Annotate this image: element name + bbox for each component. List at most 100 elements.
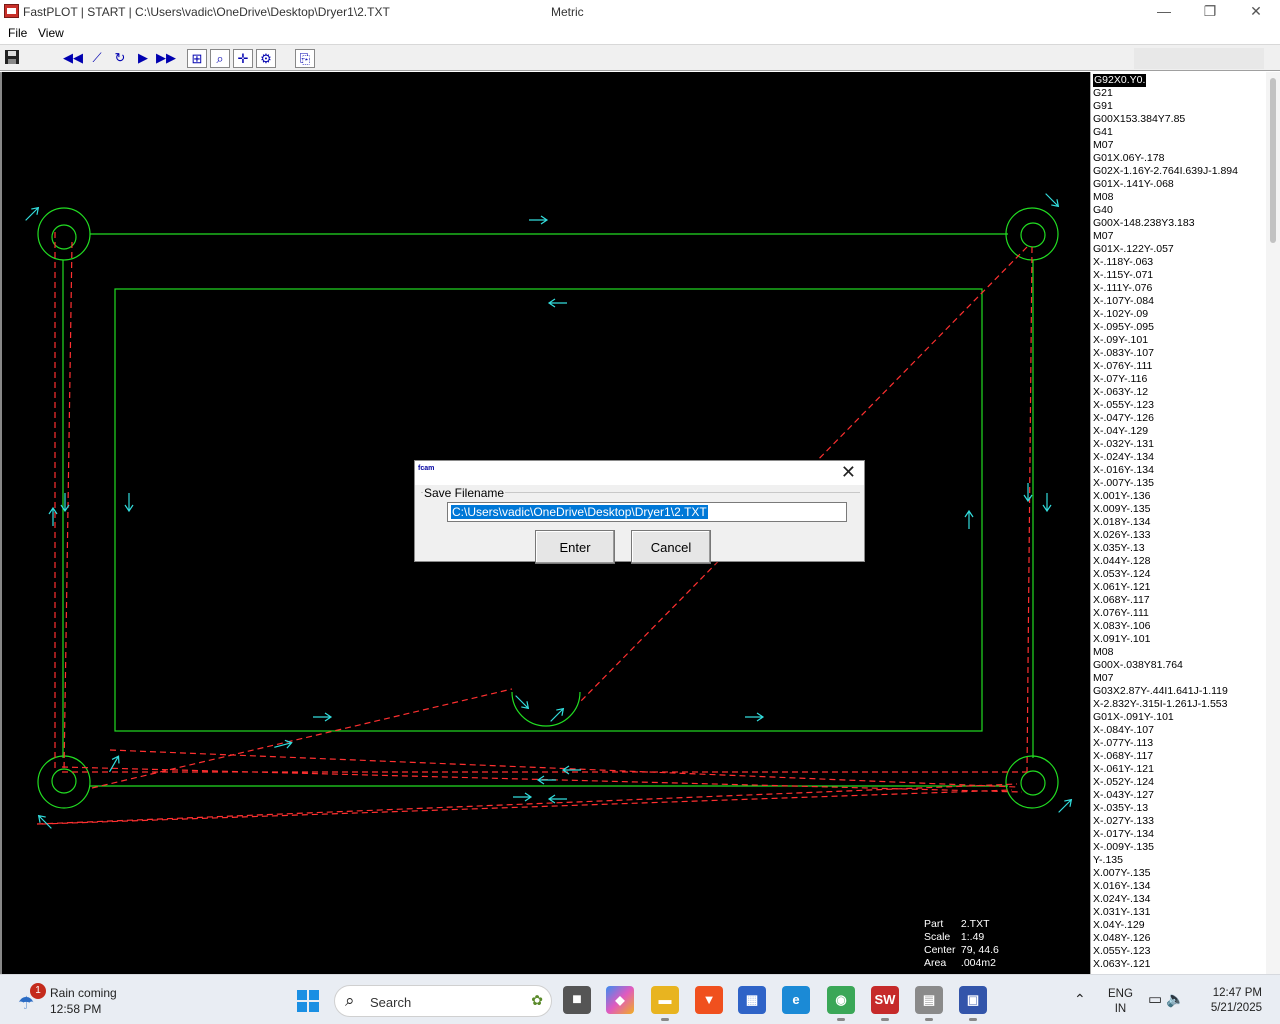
- plot-button[interactable]: ⟋: [87, 49, 107, 68]
- gcode-line[interactable]: X.018Y-.134: [1093, 516, 1238, 529]
- gcode-line[interactable]: X-.027Y-.133: [1093, 815, 1238, 828]
- rewind-button[interactable]: ◀◀: [63, 49, 83, 68]
- close-button[interactable]: ✕: [1233, 0, 1279, 23]
- gcode-line[interactable]: X.048Y-.126: [1093, 932, 1238, 945]
- save-button[interactable]: [2, 49, 22, 68]
- gcode-line[interactable]: X.068Y-.117: [1093, 594, 1238, 607]
- gcode-line[interactable]: X-.084Y-.107: [1093, 724, 1238, 737]
- cancel-button[interactable]: Cancel: [631, 530, 711, 564]
- start-button[interactable]: [297, 990, 319, 1012]
- gcode-line[interactable]: Y-.135: [1093, 854, 1238, 867]
- gcode-line[interactable]: X-.068Y-.117: [1093, 750, 1238, 763]
- gcode-line[interactable]: X.024Y-.134: [1093, 893, 1238, 906]
- export-button[interactable]: ⎘: [295, 49, 315, 68]
- measure-button[interactable]: ⊞: [187, 49, 207, 68]
- gcode-scroll-thumb[interactable]: [1270, 78, 1276, 243]
- gcode-line[interactable]: X.009Y-.135: [1093, 503, 1238, 516]
- gcode-line[interactable]: G40: [1093, 204, 1238, 217]
- copilot-icon[interactable]: ◆: [606, 986, 634, 1014]
- gcode-line[interactable]: X-.017Y-.134: [1093, 828, 1238, 841]
- gcode-line[interactable]: X-.007Y-.135: [1093, 477, 1238, 490]
- task-view-icon[interactable]: ■: [563, 986, 591, 1014]
- gcode-line[interactable]: X-.055Y-.123: [1093, 399, 1238, 412]
- gcode-line[interactable]: X-.043Y-.127: [1093, 789, 1238, 802]
- gcode-line[interactable]: X-.052Y-.124: [1093, 776, 1238, 789]
- file-explorer-taskbar-icon[interactable]: ▬: [651, 986, 679, 1014]
- gcode-line[interactable]: X-2.832Y-.315I-1.261J-1.553: [1093, 698, 1238, 711]
- gcode-line[interactable]: X-.024Y-.134: [1093, 451, 1238, 464]
- weather-text[interactable]: Rain coming: [50, 986, 117, 1000]
- gcode-line[interactable]: X.061Y-.121: [1093, 581, 1238, 594]
- fast-forward-button[interactable]: ▶▶: [156, 49, 176, 68]
- gcode-line[interactable]: X-.107Y-.084: [1093, 295, 1238, 308]
- store-taskbar-icon[interactable]: ▦: [738, 986, 766, 1014]
- gcode-line[interactable]: X-.076Y-.111: [1093, 360, 1238, 373]
- gcode-line[interactable]: X-.118Y-.063: [1093, 256, 1238, 269]
- gcode-line[interactable]: X.035Y-.13: [1093, 542, 1238, 555]
- fit-button[interactable]: ✛: [233, 49, 253, 68]
- play-button[interactable]: ▶: [133, 49, 153, 68]
- settings-button[interactable]: ⚙: [256, 49, 276, 68]
- gcode-line[interactable]: G91: [1093, 100, 1238, 113]
- gcode-line[interactable]: X-.111Y-.076: [1093, 282, 1238, 295]
- gcode-line[interactable]: X.031Y-.131: [1093, 906, 1238, 919]
- gcode-line[interactable]: G01X-.141Y-.068: [1093, 178, 1238, 191]
- taskbar-search[interactable]: ⌕ Search ✿: [334, 985, 552, 1017]
- gcode-line[interactable]: G00X-.038Y81.764: [1093, 659, 1238, 672]
- gcode-line[interactable]: X.04Y-.129: [1093, 919, 1238, 932]
- clock[interactable]: 12:47 PM 5/21/2025: [1200, 986, 1262, 1016]
- gcode-line[interactable]: G00X-148.238Y3.183: [1093, 217, 1238, 230]
- gcode-line[interactable]: G00X153.384Y7.85: [1093, 113, 1238, 126]
- maximize-button[interactable]: ❐: [1187, 0, 1233, 23]
- gcode-line[interactable]: X.055Y-.123: [1093, 945, 1238, 958]
- fastplot-app-icon[interactable]: [4, 4, 19, 18]
- gcode-line[interactable]: X.076Y-.111: [1093, 607, 1238, 620]
- filename-value[interactable]: C:\Users\vadic\OneDrive\Desktop\Dryer1\2…: [451, 505, 708, 519]
- gcode-line[interactable]: X.007Y-.135: [1093, 867, 1238, 880]
- menu-file[interactable]: File: [8, 26, 27, 40]
- minimize-button[interactable]: —: [1141, 0, 1187, 23]
- gcode-line[interactable]: X-.016Y-.134: [1093, 464, 1238, 477]
- gcode-line[interactable]: X.063Y-.121: [1093, 958, 1238, 971]
- gcode-line[interactable]: G41: [1093, 126, 1238, 139]
- gcode-line[interactable]: M08: [1093, 191, 1238, 204]
- gcode-line[interactable]: G01X-.122Y-.057: [1093, 243, 1238, 256]
- gcode-line[interactable]: X-.063Y-.12: [1093, 386, 1238, 399]
- gcode-line[interactable]: X-.115Y-.071: [1093, 269, 1238, 282]
- enter-button[interactable]: Enter: [535, 530, 615, 564]
- gcode-line[interactable]: X-.061Y-.121: [1093, 763, 1238, 776]
- gcode-line[interactable]: X-.047Y-.126: [1093, 412, 1238, 425]
- network-icon[interactable]: ▭: [1148, 991, 1166, 1008]
- gcode-line[interactable]: M07: [1093, 230, 1238, 243]
- gcode-list[interactable]: G92X0.Y0. G21 G91 G00X153.384Y7.85 G41 M07 G01…: [1093, 74, 1238, 971]
- gcode-line[interactable]: X-.04Y-.129: [1093, 425, 1238, 438]
- gcode-line[interactable]: M08: [1093, 646, 1238, 659]
- gcode-line[interactable]: X-.009Y-.135: [1093, 841, 1238, 854]
- system-tray[interactable]: ▭🔈: [1148, 990, 1189, 1008]
- gcode-line[interactable]: X-.102Y-.09: [1093, 308, 1238, 321]
- gcode-scrollbar[interactable]: [1266, 72, 1280, 974]
- zoom-button[interactable]: ⌕: [210, 49, 230, 68]
- dialog-close-button[interactable]: ✕: [841, 462, 856, 483]
- gcode-line[interactable]: G03X2.87Y-.44I1.641J-1.119: [1093, 685, 1238, 698]
- gcode-panel[interactable]: G92X0.Y0. G21 G91 G00X153.384Y7.85 G41 M07 G01…: [1090, 72, 1280, 974]
- gcode-line[interactable]: X.001Y-.136: [1093, 490, 1238, 503]
- chevron-up-icon[interactable]: ⌃: [1074, 991, 1086, 1008]
- gcode-line[interactable]: M07: [1093, 672, 1238, 685]
- gcode-line[interactable]: M07: [1093, 139, 1238, 152]
- gcode-line[interactable]: G02X-1.16Y-2.764I.639J-1.894: [1093, 165, 1238, 178]
- fastplot-taskbar-icon[interactable]: ▣: [959, 986, 987, 1014]
- gcode-line[interactable]: X.091Y-.101: [1093, 633, 1238, 646]
- solidworks-taskbar-icon[interactable]: SW: [871, 986, 899, 1014]
- edge-taskbar-icon[interactable]: e: [782, 986, 810, 1014]
- menu-view[interactable]: View: [38, 26, 64, 40]
- gcode-line[interactable]: X-.07Y-.116: [1093, 373, 1238, 386]
- gcode-line[interactable]: X.053Y-.124: [1093, 568, 1238, 581]
- gcode-line[interactable]: G01X-.091Y-.101: [1093, 711, 1238, 724]
- volume-icon[interactable]: 🔈: [1166, 991, 1189, 1008]
- fastcam-taskbar-icon[interactable]: ▤: [915, 986, 943, 1014]
- gcode-line[interactable]: X-.035Y-.13: [1093, 802, 1238, 815]
- brave-taskbar-icon[interactable]: ▼: [695, 986, 723, 1014]
- gcode-line[interactable]: X-.032Y-.131: [1093, 438, 1238, 451]
- gcode-line[interactable]: G92X0.Y0.: [1093, 74, 1147, 87]
